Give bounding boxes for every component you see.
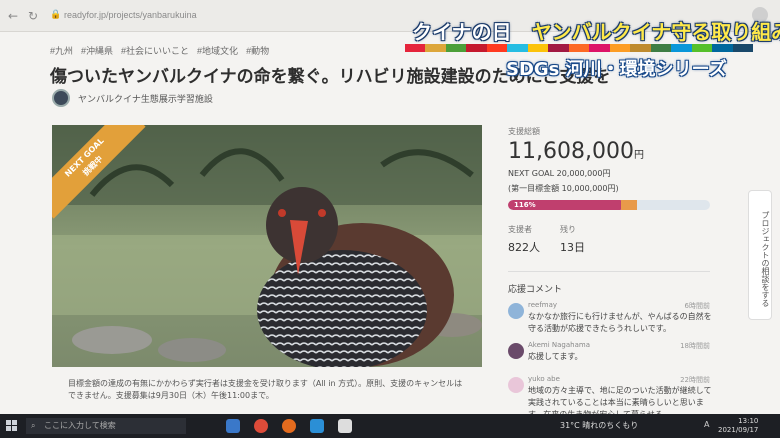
consult-tab[interactable]: プロジェクトの相談をする bbox=[748, 190, 772, 320]
organizer[interactable]: ヤンバルクイナ生態展示学習施設 bbox=[52, 89, 213, 107]
total-amount: 11,608,000円 bbox=[508, 139, 718, 164]
comment-time: 6時間前 bbox=[684, 302, 710, 310]
clock-date: 2021/09/17 bbox=[718, 426, 759, 434]
comment-text: なかなか旅行にも行けませんが、やんばるの自然を守る活動が応援できたらうれしいです… bbox=[528, 312, 712, 333]
remaining-value: 13日 bbox=[560, 241, 585, 254]
sdgs-color-segment bbox=[732, 44, 753, 52]
comments-heading: 応援コメント bbox=[508, 285, 563, 295]
taskbar: ⌕ ここに入力して検索 31°C 晴れのちくもり A 13:10 2021/09… bbox=[0, 414, 780, 438]
sdgs-color-segment bbox=[548, 44, 569, 52]
total-label: 支援総額 bbox=[508, 127, 540, 136]
tag-link[interactable]: #沖縄県 bbox=[81, 44, 113, 57]
address-bar[interactable]: readyfor.jp/projects/yanbarukuina bbox=[64, 10, 197, 20]
comment-avatar bbox=[508, 303, 524, 319]
mail-icon[interactable] bbox=[338, 419, 352, 433]
funding-caption: 目標金額の達成の有無にかかわらず実行者は支援金を受け取ります（All in 方式… bbox=[68, 379, 463, 400]
supporters-label: 支援者 bbox=[508, 225, 532, 234]
sdgs-color-segment bbox=[568, 44, 590, 52]
windows-start-icon[interactable] bbox=[6, 420, 18, 432]
supporters-value: 822人 bbox=[508, 241, 540, 254]
comment-item: Akemi Nagahama 18時間前 応援してます。 bbox=[508, 341, 718, 369]
caption-part: ヤンバルクイナ守る取り組み bbox=[531, 20, 780, 44]
back-icon[interactable]: ← bbox=[6, 9, 20, 23]
amount-value: 11,608,000 bbox=[508, 139, 634, 164]
sdgs-color-segment bbox=[507, 44, 528, 52]
tv-caption-subtitle: SDGs 河川・環境シリーズ bbox=[506, 59, 727, 80]
currency-unit: 円 bbox=[633, 150, 644, 161]
sdgs-color-segment bbox=[405, 44, 426, 52]
first-goal: (第一目標金額 10,000,000円) bbox=[508, 184, 619, 193]
organizer-logo bbox=[52, 89, 70, 107]
tag-link[interactable]: #社会にいいこと bbox=[121, 44, 189, 57]
tag-link[interactable]: #地域文化 bbox=[197, 44, 238, 57]
search-placeholder: ここに入力して検索 bbox=[44, 421, 116, 430]
tag-link[interactable]: #九州 bbox=[50, 44, 73, 57]
sdgs-color-segment bbox=[589, 44, 610, 52]
project-tags: #九州 #沖縄県 #社会にいいこと #地域文化 #動物 bbox=[50, 44, 269, 57]
comment-text: 応援してます。 bbox=[528, 352, 583, 361]
firefox-icon[interactable] bbox=[282, 419, 296, 433]
search-icon: ⌕ bbox=[31, 421, 36, 430]
remaining-stat: 残り 13日 bbox=[560, 224, 585, 255]
skype-icon[interactable] bbox=[310, 419, 324, 433]
progress-percent: 116% bbox=[514, 201, 536, 209]
comment-item: reefmay 6時間前 なかなか旅行にも行けませんが、やんばるの自然を守る活動… bbox=[508, 301, 718, 335]
comment-avatar bbox=[508, 377, 524, 393]
hero-image: NEXT GOAL 挑戦中 bbox=[52, 125, 482, 367]
remaining-label: 残り bbox=[560, 225, 576, 234]
weather-widget[interactable]: 31°C 晴れのちくもり bbox=[560, 420, 638, 431]
progress-bar: 116% bbox=[508, 200, 710, 210]
system-clock[interactable]: 13:10 2021/09/17 bbox=[718, 417, 758, 435]
comment-item: yuko abe 22時間前 地域の方々主導で、地に足のついた活動が継続して実践… bbox=[508, 375, 718, 414]
stats-row: 支援者 822人 残り 13日 bbox=[508, 224, 718, 255]
sdgs-color-segment bbox=[650, 44, 672, 52]
sdgs-color-segment bbox=[445, 44, 467, 52]
sdgs-color-segment bbox=[466, 44, 487, 52]
clock-time: 13:10 bbox=[738, 417, 759, 425]
sdgs-color-segment bbox=[486, 44, 508, 52]
comment-avatar bbox=[508, 343, 524, 359]
divider bbox=[508, 271, 710, 272]
reload-icon[interactable]: ↻ bbox=[26, 9, 40, 23]
browser-screen: ← ↻ 🔒 readyfor.jp/projects/yanbarukuina … bbox=[0, 0, 780, 414]
sdgs-color-segment bbox=[609, 44, 631, 52]
sdgs-color-segment bbox=[691, 44, 713, 52]
supporters-stat: 支援者 822人 bbox=[508, 224, 540, 255]
sdgs-color-segment bbox=[527, 44, 549, 52]
sdgs-color-segment bbox=[425, 44, 446, 52]
funding-panel: 支援総額 11,608,000円 NEXT GOAL 20,000,000円 (… bbox=[508, 126, 718, 414]
sdgs-color-segment bbox=[630, 44, 651, 52]
sdgs-color-segment bbox=[671, 44, 692, 52]
task-view-icon[interactable] bbox=[226, 419, 240, 433]
ime-indicator[interactable]: A bbox=[704, 420, 709, 429]
lock-icon: 🔒 bbox=[50, 10, 62, 20]
tag-link[interactable]: #動物 bbox=[246, 44, 269, 57]
comment-text: 地域の方々主導で、地に足のついた活動が継続して実践されていることは本当に素晴らし… bbox=[528, 386, 712, 414]
sdgs-color-segment bbox=[712, 44, 733, 52]
next-goal: NEXT GOAL 20,000,000円 bbox=[508, 169, 611, 178]
chrome-icon[interactable] bbox=[254, 419, 268, 433]
tv-caption-title: クイナの日 ヤンバルクイナ守る取り組み bbox=[412, 16, 780, 45]
sdgs-color-bar bbox=[405, 44, 753, 52]
taskbar-search[interactable]: ⌕ ここに入力して検索 bbox=[26, 418, 186, 434]
progress-over bbox=[621, 200, 638, 210]
caption-part: クイナの日 bbox=[412, 20, 512, 44]
comment-time: 18時間前 bbox=[680, 342, 710, 350]
organizer-name[interactable]: ヤンバルクイナ生態展示学習施設 bbox=[78, 92, 213, 105]
comment-time: 22時間前 bbox=[680, 376, 710, 384]
okinawa-rail-photo bbox=[52, 125, 482, 367]
